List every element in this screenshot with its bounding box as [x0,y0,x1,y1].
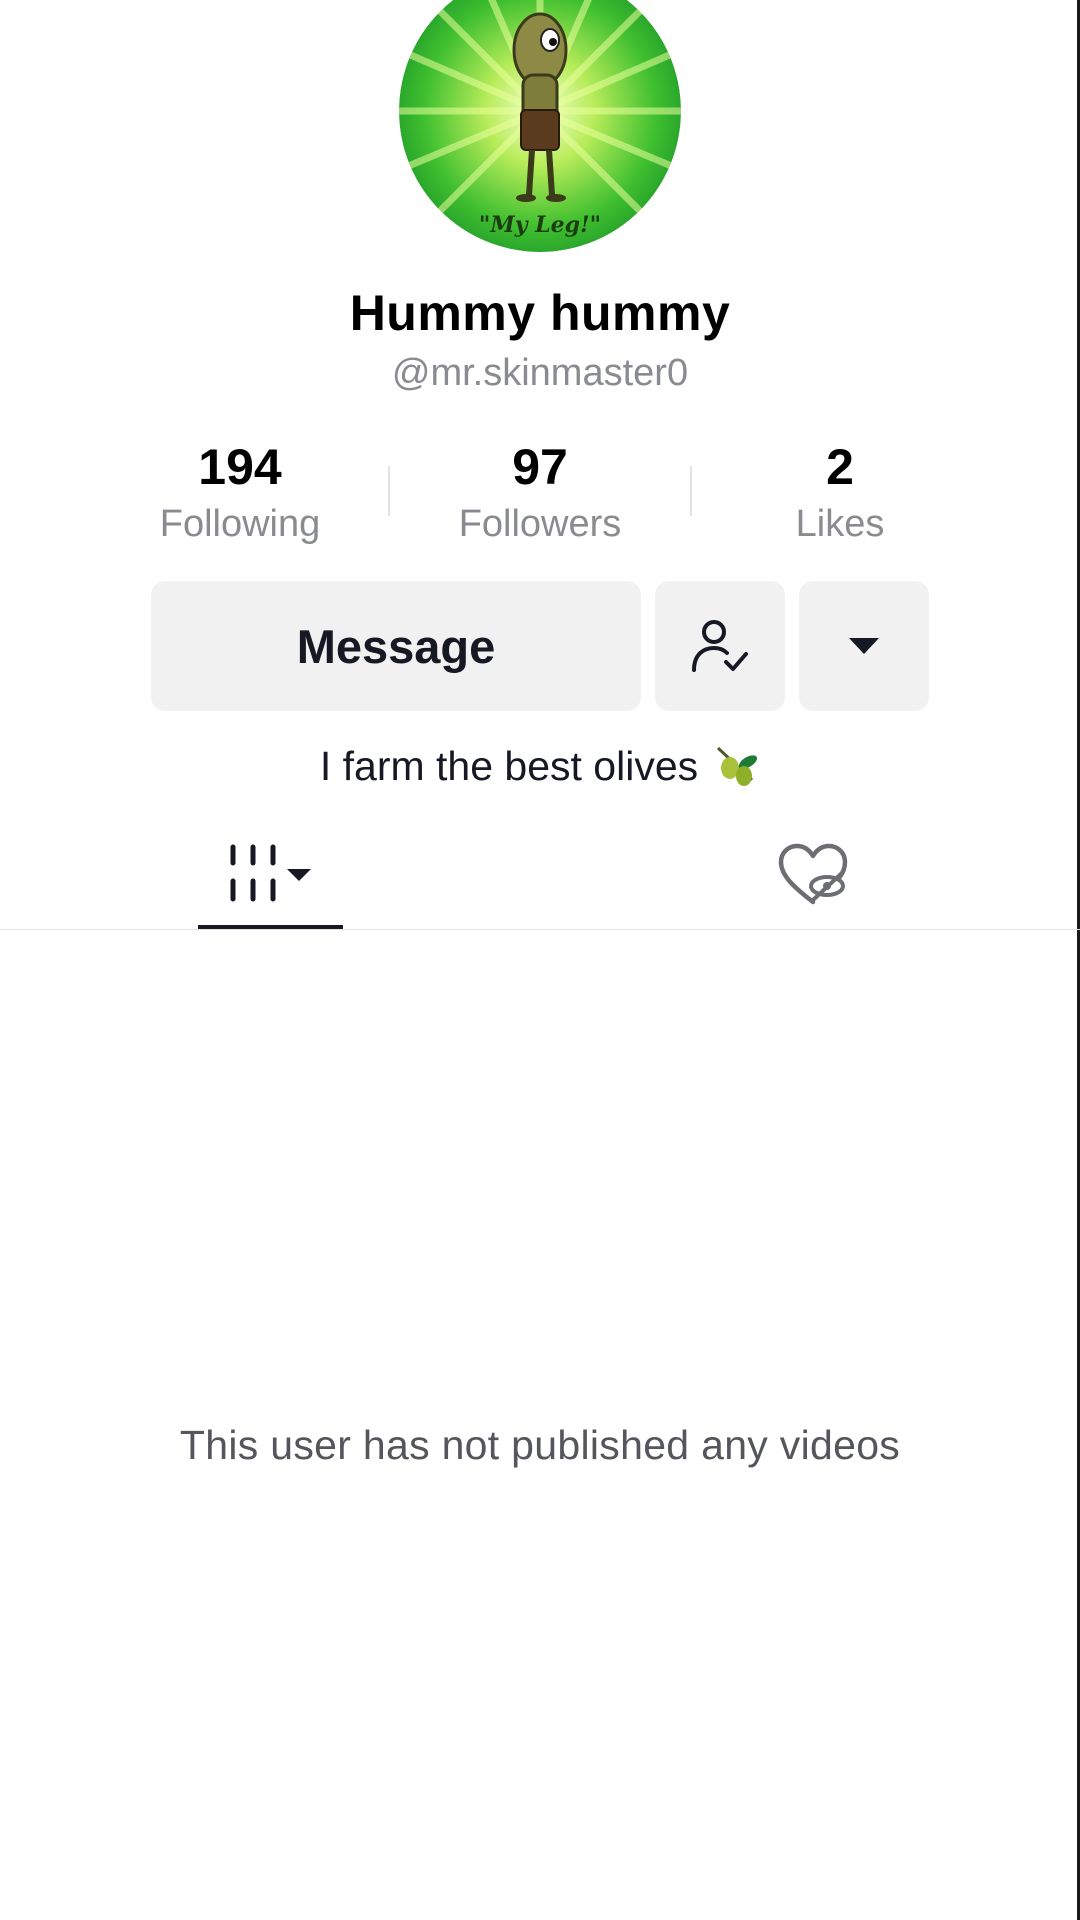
caret-down-icon [849,638,879,654]
avatar-image: "My Leg!" [399,0,681,252]
followers-count: 97 [512,439,568,495]
username: @mr.skinmaster0 [391,352,689,394]
message-button[interactable]: Message [151,581,641,711]
following-label: Following [159,503,321,545]
profile-avatar[interactable]: "My Leg!" [399,0,681,252]
olive-emoji-icon [717,746,758,786]
bio-text: I farm the best olives [319,742,699,789]
following-count: 194 [198,439,282,495]
svg-text:"My Leg!": "My Leg!" [479,212,601,238]
liked-hidden-icon [778,843,847,905]
stat-divider [388,466,390,516]
followers-label: Followers [458,503,622,545]
stat-divider [690,466,692,516]
friend-status-button[interactable] [655,581,785,711]
caret-down-icon [286,869,311,881]
grid-videos-icon [230,844,311,902]
stat-followers[interactable]: 97 Followers [410,436,670,550]
more-options-button[interactable] [799,581,929,711]
empty-videos-message: This user has not published any videos [179,1422,901,1468]
likes-label: Likes [795,503,885,545]
display-name: Hummy hummy [349,285,731,341]
stat-likes[interactable]: 2 Likes [710,436,970,550]
stat-following[interactable]: 194 Following [110,436,370,550]
likes-count: 2 [826,439,854,495]
tab-liked[interactable] [740,820,885,930]
tab-videos[interactable] [198,820,343,930]
tab-divider [0,929,1080,930]
person-check-icon [692,620,748,672]
profile-bio: I farm the best olives [0,742,1080,790]
